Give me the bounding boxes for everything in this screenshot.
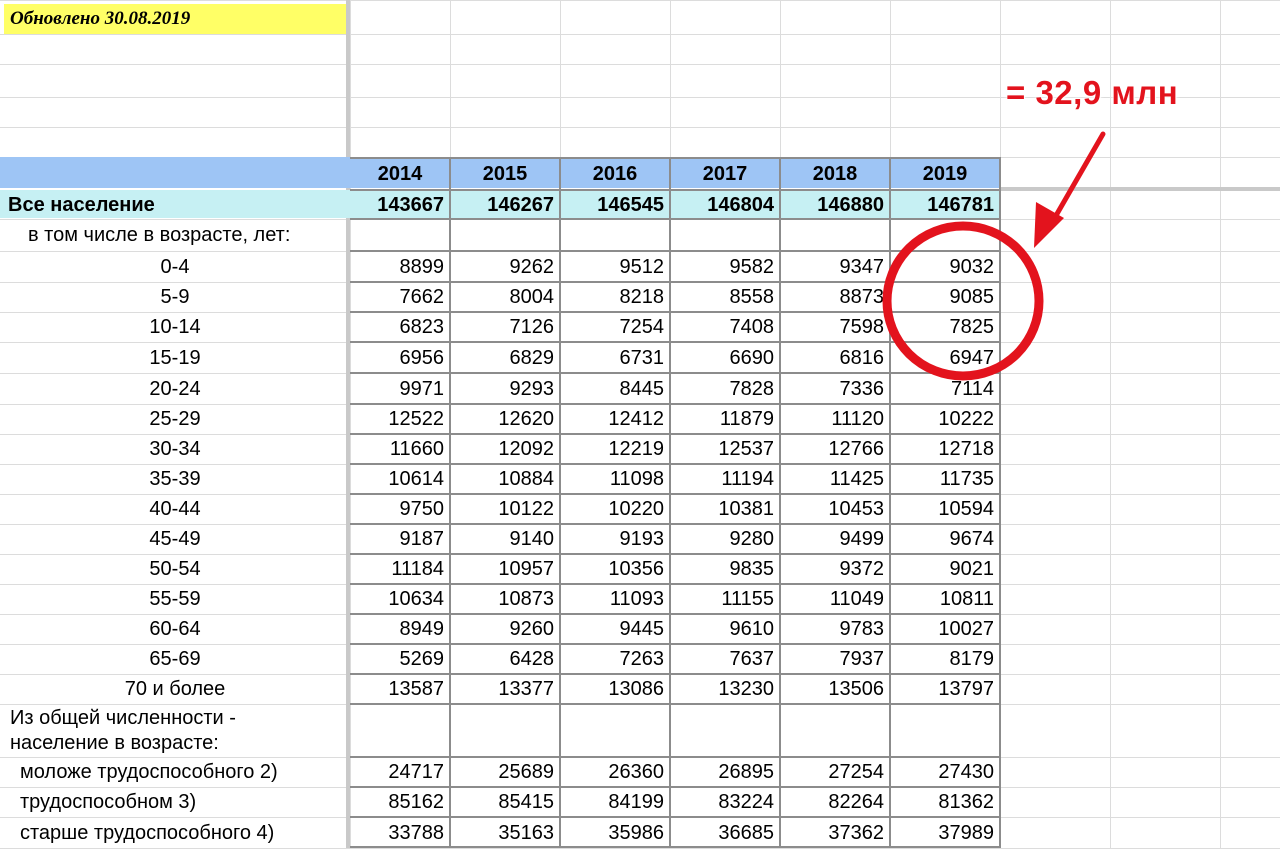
annotation-overlay [882,131,1106,381]
annotation-arrow-shaft [1047,131,1106,229]
annotation-label: = 32,9 млн [1006,74,1179,111]
highlight-circle [882,221,1044,381]
